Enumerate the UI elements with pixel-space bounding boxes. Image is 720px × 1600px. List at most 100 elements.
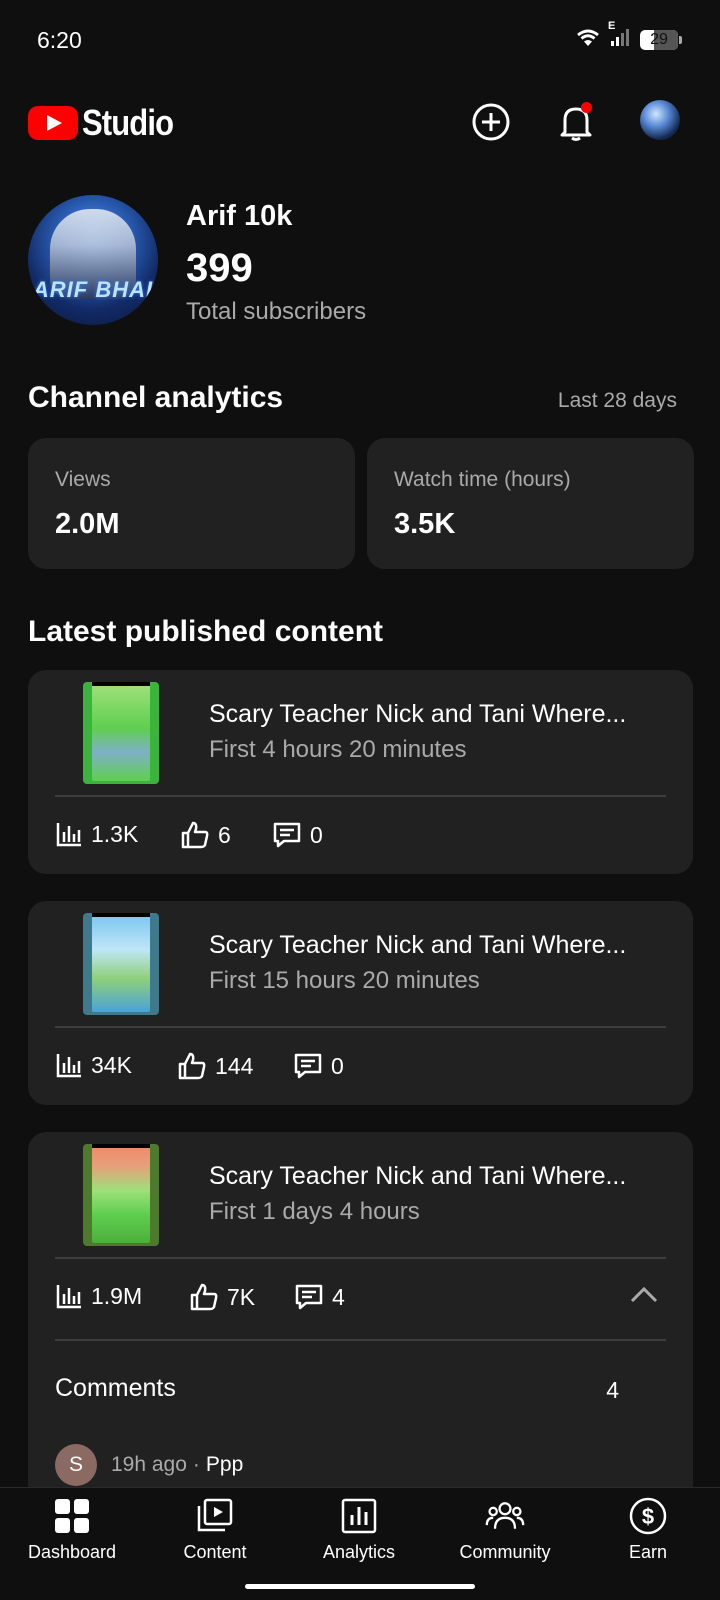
comments-metric: 4: [294, 1282, 345, 1312]
status-time: 6:20: [37, 27, 82, 53]
card-divider: [55, 795, 666, 797]
bar-chart-icon: [56, 823, 81, 847]
video-title: Scary Teacher Nick and Tani Where...: [209, 931, 627, 959]
nav-label: Analytics: [322, 1542, 396, 1562]
wifi-icon: [574, 26, 602, 53]
views-value: 2.0M: [55, 508, 120, 540]
dashboard-icon: [52, 1496, 92, 1536]
comment-icon: [295, 1284, 323, 1310]
watch-time-label: Watch time (hours): [394, 468, 571, 491]
likes-metric: 7K: [189, 1282, 255, 1312]
video-thumbnail[interactable]: [83, 682, 159, 784]
notifications-button[interactable]: [554, 100, 598, 144]
watch-time-value: 3.5K: [394, 508, 456, 540]
bar-chart-icon: [56, 1054, 81, 1078]
views-count: 1.9M: [91, 1282, 143, 1309]
nav-dashboard[interactable]: Dashboard: [2, 1496, 142, 1563]
status-icons: E 29: [574, 20, 682, 53]
views-count: 1.3K: [91, 820, 139, 847]
logo-text: Studio: [82, 102, 174, 143]
community-icon: [485, 1496, 525, 1536]
nav-label: Dashboard: [27, 1542, 117, 1562]
earn-icon: $: [628, 1496, 668, 1536]
commenter-avatar[interactable]: S: [55, 1444, 97, 1486]
bar-chart-icon: [56, 1285, 81, 1309]
subscriber-label: Total subscribers: [186, 298, 367, 325]
youtube-studio-dashboard: 6:20 E 29 Studio ARIF BHAI Arif 10k 399 …: [0, 0, 720, 1600]
comments-count: 0: [310, 821, 323, 848]
home-indicator[interactable]: [245, 1584, 475, 1589]
nav-label: Content: [183, 1542, 247, 1562]
comment-separator: ·: [192, 1453, 200, 1476]
thumbnail-image: [92, 1147, 150, 1243]
views-metric: 1.9M: [55, 1282, 142, 1310]
nav-earn[interactable]: $ Earn: [578, 1496, 718, 1563]
video-title: Scary Teacher Nick and Tani Where...: [209, 700, 627, 728]
views-card[interactable]: Views 2.0M: [28, 438, 355, 569]
views-count: 34K: [91, 1051, 132, 1078]
network-type-label: E: [608, 20, 616, 32]
nav-content[interactable]: Content: [145, 1496, 285, 1563]
chevron-up-icon: [630, 1286, 658, 1303]
likes-count: 7K: [227, 1283, 256, 1310]
thumbnail-frame-top: [92, 1144, 150, 1148]
video-thumbnail[interactable]: [83, 913, 159, 1015]
card-divider: [55, 1026, 666, 1028]
analytics-period: Last 28 days: [557, 389, 677, 412]
video-thumbnail[interactable]: [83, 1144, 159, 1246]
thumbnail-image: [92, 916, 150, 1012]
content-icon: [195, 1496, 235, 1536]
views-label: Views: [55, 468, 111, 491]
app-bar: Studio: [0, 88, 720, 158]
analytics-icon: [339, 1496, 379, 1536]
video-period: First 15 hours 20 minutes: [209, 967, 480, 994]
cell-signal-icon: E: [608, 20, 632, 52]
nav-community[interactable]: Community: [435, 1496, 575, 1563]
status-bar: 6:20 E 29: [0, 0, 720, 80]
watch-time-card[interactable]: Watch time (hours) 3.5K: [367, 438, 694, 569]
account-avatar[interactable]: [640, 100, 680, 140]
battery-tip: [679, 35, 682, 44]
comment-row[interactable]: S 19h ago · Ppp: [55, 1444, 243, 1486]
latest-content-title: Latest published content: [28, 615, 384, 648]
avatar-text: ARIF BHAI: [32, 277, 154, 302]
channel-avatar[interactable]: ARIF BHAI: [28, 195, 158, 325]
comments-metric: 0: [293, 1051, 344, 1081]
subscriber-count: 399: [186, 246, 253, 290]
comment-text: Ppp: [205, 1453, 244, 1476]
views-metric: 1.3K: [55, 820, 138, 848]
thumbs-up-icon: [181, 821, 209, 849]
video-title: Scary Teacher Nick and Tani Where...: [209, 1162, 627, 1190]
battery-percent: 29: [650, 30, 668, 48]
notification-dot: [581, 102, 592, 113]
comment-time: 19h ago: [111, 1453, 187, 1476]
card-divider: [55, 1339, 666, 1341]
likes-metric: 144: [177, 1051, 253, 1081]
comments-count: 4: [332, 1283, 345, 1310]
nav-label: Community: [459, 1542, 551, 1562]
likes-metric: 6: [180, 820, 231, 850]
comments-count: 0: [331, 1052, 344, 1079]
youtube-play-icon: [28, 106, 78, 140]
likes-count: 6: [218, 821, 231, 848]
card-divider: [55, 1257, 666, 1259]
comments-metric: 0: [272, 820, 323, 850]
collapse-button[interactable]: [629, 1280, 659, 1310]
comment-icon: [294, 1053, 322, 1079]
analytics-title: Channel analytics: [28, 381, 284, 414]
video-period: First 1 days 4 hours: [209, 1198, 420, 1225]
channel-name: Arif 10k: [186, 200, 293, 232]
video-card[interactable]: Scary Teacher Nick and Tani Where... Fir…: [28, 901, 693, 1105]
video-period: First 4 hours 20 minutes: [209, 736, 467, 763]
battery-icon: 29: [640, 29, 678, 50]
comment-icon: [273, 822, 301, 848]
channel-header: ARIF BHAI Arif 10k 399 Total subscribers: [28, 195, 692, 335]
likes-count: 144: [215, 1052, 254, 1079]
video-card[interactable]: Scary Teacher Nick and Tani Where... Fir…: [28, 670, 693, 874]
create-button[interactable]: [469, 100, 513, 144]
thumbs-up-icon: [178, 1052, 206, 1080]
nav-analytics[interactable]: Analytics: [289, 1496, 429, 1563]
thumbnail-frame-top: [92, 913, 150, 917]
studio-logo[interactable]: Studio: [28, 102, 188, 144]
views-metric: 34K: [55, 1051, 132, 1079]
